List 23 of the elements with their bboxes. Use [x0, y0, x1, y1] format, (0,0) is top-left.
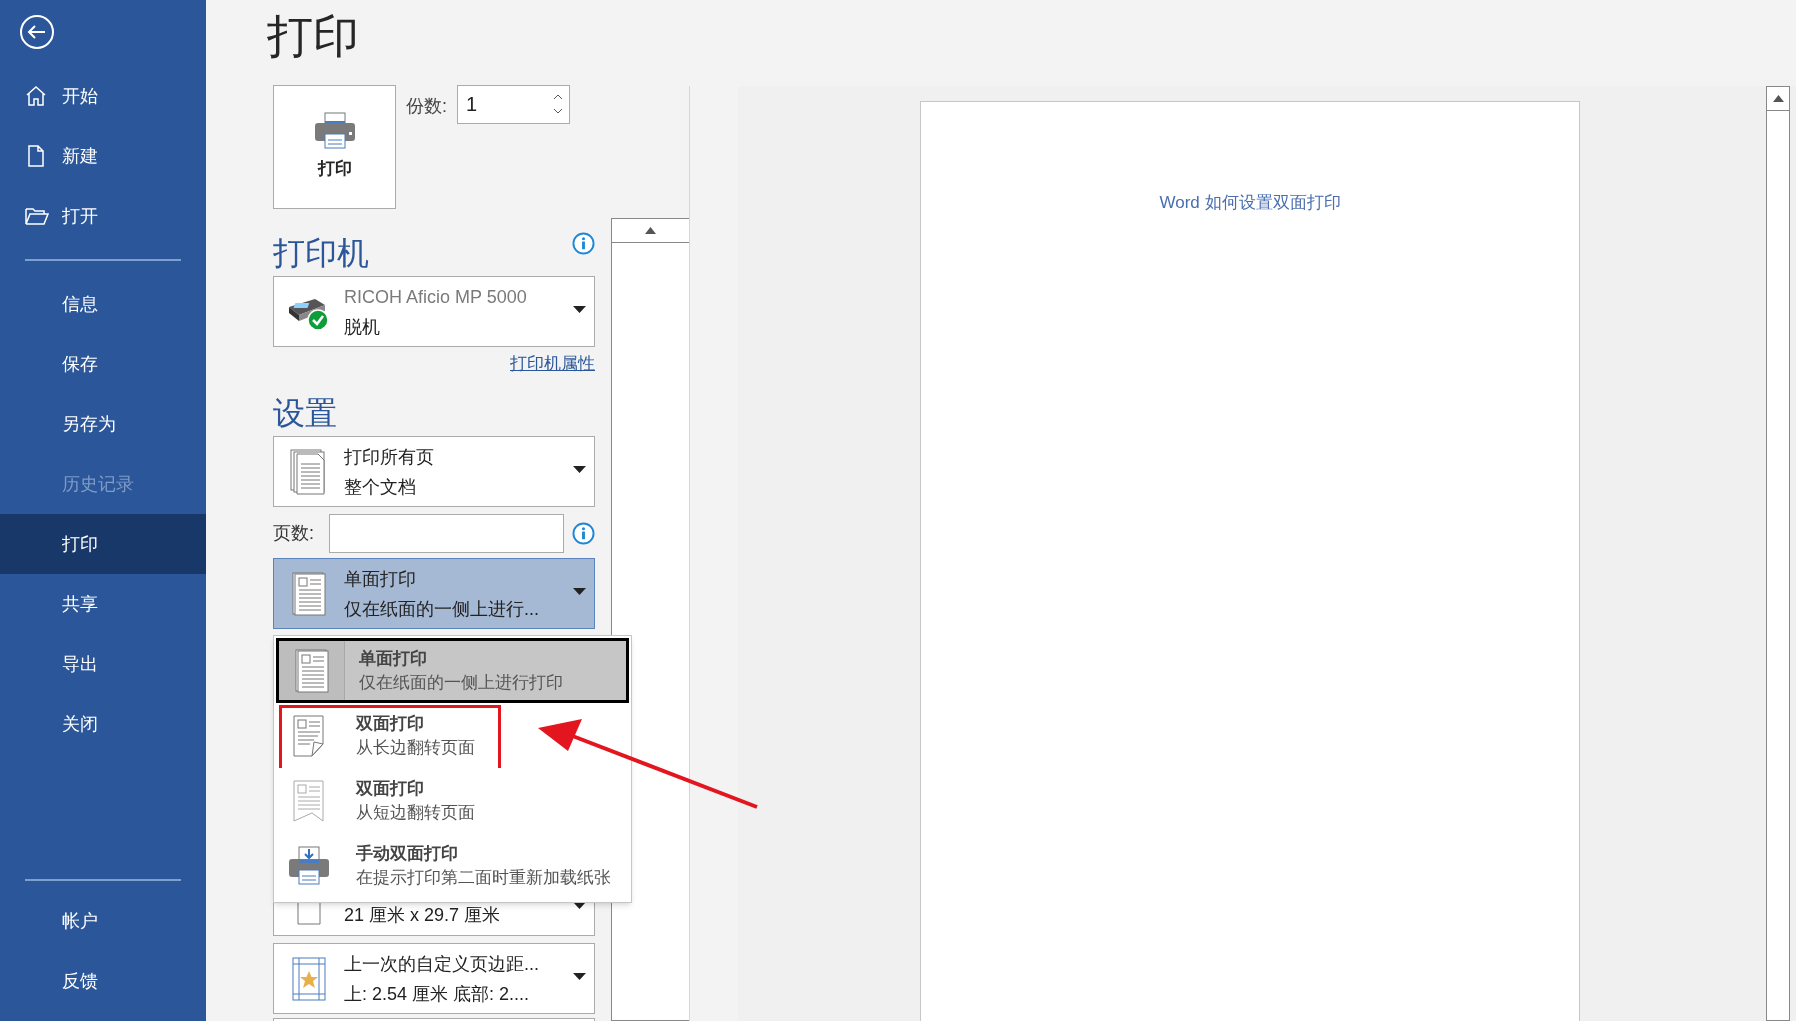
printer-name: RICOH Aficio MP 5000: [344, 285, 527, 309]
menu-item-title: 手动双面打印: [356, 842, 459, 865]
dropdown-subtitle: 21 厘米 x 29.7 厘米: [344, 904, 501, 927]
pages-label: 页数:: [273, 522, 315, 545]
section-heading: 设置: [273, 394, 338, 433]
menu-item-subtitle: 仅在纸面的一侧上进行打印: [359, 671, 563, 694]
menu-item-subtitle: 从短边翻转页面: [356, 801, 475, 824]
menu-item-subtitle: 从长边翻转页面: [356, 736, 475, 759]
section-heading: 打印机: [273, 234, 369, 273]
menu-item-title: 双面打印: [356, 712, 425, 735]
dropdown-title: 上一次的自定义页边距...: [344, 952, 539, 976]
dropdown-title: 打印所有页: [344, 445, 434, 469]
printer-status: 脱机: [344, 315, 381, 339]
dropdown-subtitle: 整个文档: [344, 475, 417, 499]
menu-item-title: 单面打印: [359, 647, 428, 670]
dropdown-subtitle: 上: 2.54 厘米 底部: 2....: [344, 982, 531, 1006]
menu-item-subtitle: 在提示打印第二面时重新加载纸张: [356, 866, 611, 889]
copies-label: 份数:: [406, 95, 447, 118]
dropdown-subtitle: 仅在纸面的一侧上进行...: [344, 597, 539, 621]
page-title: 打印: [267, 9, 360, 64]
document-text: Word 如何设置双面打印: [1159, 192, 1341, 214]
dropdown-title: 单面打印: [344, 567, 417, 591]
menu-item-title: 双面打印: [356, 777, 425, 800]
